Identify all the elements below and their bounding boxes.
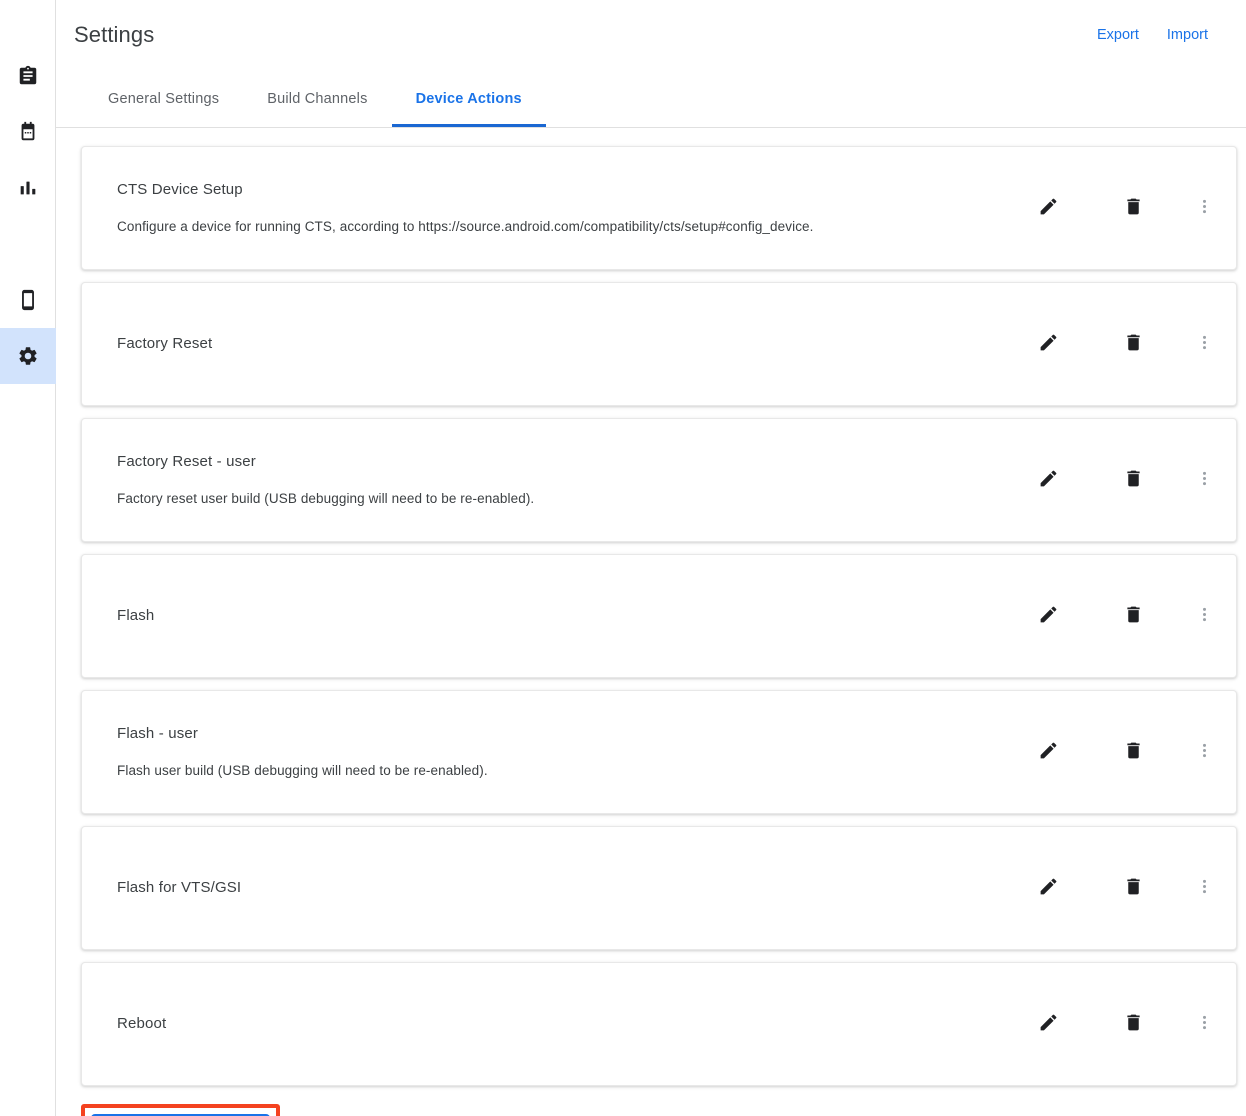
delete-button[interactable]	[1109, 592, 1157, 640]
device-action-card[interactable]: Reboot	[81, 962, 1237, 1086]
sidebar-item-results[interactable]	[0, 160, 56, 216]
more-vert-icon	[1195, 333, 1214, 355]
device-action-title: Factory Reset	[117, 335, 213, 352]
more-vert-icon	[1195, 605, 1214, 627]
device-action-info: Flash - user Flash user build (USB debug…	[117, 710, 1024, 794]
phone-icon	[17, 289, 39, 311]
pencil-icon	[1038, 876, 1059, 900]
export-button[interactable]: Export	[1083, 19, 1153, 51]
device-action-buttons	[1024, 320, 1228, 368]
more-vert-icon	[1195, 877, 1214, 899]
page-header: Settings Export Import	[56, 0, 1246, 70]
device-action-buttons	[1024, 184, 1228, 232]
pencil-icon	[1038, 332, 1059, 356]
edit-button[interactable]	[1024, 1000, 1072, 1048]
device-action-title: Flash	[117, 607, 155, 624]
gear-icon	[17, 345, 39, 367]
device-action-card[interactable]: Factory Reset	[81, 282, 1237, 406]
device-action-title: Flash for VTS/GSI	[117, 879, 242, 896]
pencil-icon	[1038, 740, 1059, 764]
trash-icon	[1123, 196, 1144, 220]
device-action-info: Flash for VTS/GSI	[117, 864, 1024, 912]
left-nav-rail	[0, 0, 56, 1116]
device-action-title: Reboot	[117, 1015, 167, 1032]
pencil-icon	[1038, 196, 1059, 220]
device-action-title: CTS Device Setup	[117, 181, 243, 198]
device-action-card[interactable]: Factory Reset - user Factory reset user …	[81, 418, 1237, 542]
tab-build-channels[interactable]: Build Channels	[243, 70, 391, 127]
device-action-title: Factory Reset - user	[117, 453, 256, 470]
trash-icon	[1123, 740, 1144, 764]
device-action-description: Configure a device for running CTS, acco…	[117, 219, 814, 234]
bar-chart-icon	[17, 177, 39, 199]
more-options-button[interactable]	[1180, 184, 1228, 232]
trash-icon	[1123, 604, 1144, 628]
device-actions-content: CTS Device Setup Configure a device for …	[56, 128, 1246, 1116]
settings-tabs: General Settings Build Channels Device A…	[56, 70, 1246, 128]
device-action-buttons	[1024, 864, 1228, 912]
device-action-card[interactable]: Flash for VTS/GSI	[81, 826, 1237, 950]
more-options-button[interactable]	[1180, 456, 1228, 504]
edit-button[interactable]	[1024, 456, 1072, 504]
device-action-info: Flash	[117, 592, 1024, 640]
more-vert-icon	[1195, 741, 1214, 763]
delete-button[interactable]	[1109, 728, 1157, 776]
more-options-button[interactable]	[1180, 1000, 1228, 1048]
sidebar-item-devices[interactable]	[0, 272, 56, 328]
import-button[interactable]: Import	[1153, 19, 1222, 51]
delete-button[interactable]	[1109, 184, 1157, 232]
edit-button[interactable]	[1024, 864, 1072, 912]
settings-page: Settings Export Import General Settings …	[0, 0, 1246, 1116]
delete-button[interactable]	[1109, 320, 1157, 368]
clipboard-icon	[17, 65, 39, 87]
device-action-info: Factory Reset	[117, 320, 1024, 368]
edit-button[interactable]	[1024, 184, 1072, 232]
device-action-buttons	[1024, 728, 1228, 776]
edit-button[interactable]	[1024, 320, 1072, 368]
tab-general-settings[interactable]: General Settings	[84, 70, 243, 127]
trash-icon	[1123, 876, 1144, 900]
main-column: Settings Export Import General Settings …	[56, 0, 1246, 1116]
pencil-icon	[1038, 1012, 1059, 1036]
more-vert-icon	[1195, 197, 1214, 219]
device-action-buttons	[1024, 456, 1228, 504]
edit-button[interactable]	[1024, 592, 1072, 640]
sidebar-item-tests[interactable]	[0, 48, 56, 104]
new-device-action-highlight: + New device action	[81, 1104, 281, 1116]
device-action-card[interactable]: Flash	[81, 554, 1237, 678]
delete-button[interactable]	[1109, 864, 1157, 912]
delete-button[interactable]	[1109, 456, 1157, 504]
device-action-description: Factory reset user build (USB debugging …	[117, 491, 535, 506]
pencil-icon	[1038, 604, 1059, 628]
more-vert-icon	[1195, 1013, 1214, 1035]
more-options-button[interactable]	[1180, 864, 1228, 912]
device-action-card[interactable]: Flash - user Flash user build (USB debug…	[81, 690, 1237, 814]
more-vert-icon	[1195, 469, 1214, 491]
device-action-title: Flash - user	[117, 725, 198, 742]
trash-icon	[1123, 1012, 1144, 1036]
device-action-buttons	[1024, 1000, 1228, 1048]
device-action-card[interactable]: CTS Device Setup Configure a device for …	[81, 146, 1237, 270]
page-title: Settings	[74, 22, 155, 47]
device-action-list: CTS Device Setup Configure a device for …	[81, 146, 1237, 1086]
device-action-description: Flash user build (USB debugging will nee…	[117, 763, 488, 778]
tab-device-actions[interactable]: Device Actions	[391, 70, 547, 127]
sidebar-item-settings[interactable]	[0, 328, 56, 384]
pencil-icon	[1038, 468, 1059, 492]
more-options-button[interactable]	[1180, 320, 1228, 368]
sidebar-item-schedules[interactable]	[0, 104, 56, 160]
more-options-button[interactable]	[1180, 592, 1228, 640]
more-options-button[interactable]	[1180, 728, 1228, 776]
trash-icon	[1123, 332, 1144, 356]
delete-button[interactable]	[1109, 1000, 1157, 1048]
device-action-info: Factory Reset - user Factory reset user …	[117, 438, 1024, 522]
calendar-icon	[17, 121, 39, 143]
trash-icon	[1123, 468, 1144, 492]
edit-button[interactable]	[1024, 728, 1072, 776]
device-action-buttons	[1024, 592, 1228, 640]
device-action-info: CTS Device Setup Configure a device for …	[117, 166, 1024, 250]
device-action-info: Reboot	[117, 1000, 1024, 1048]
